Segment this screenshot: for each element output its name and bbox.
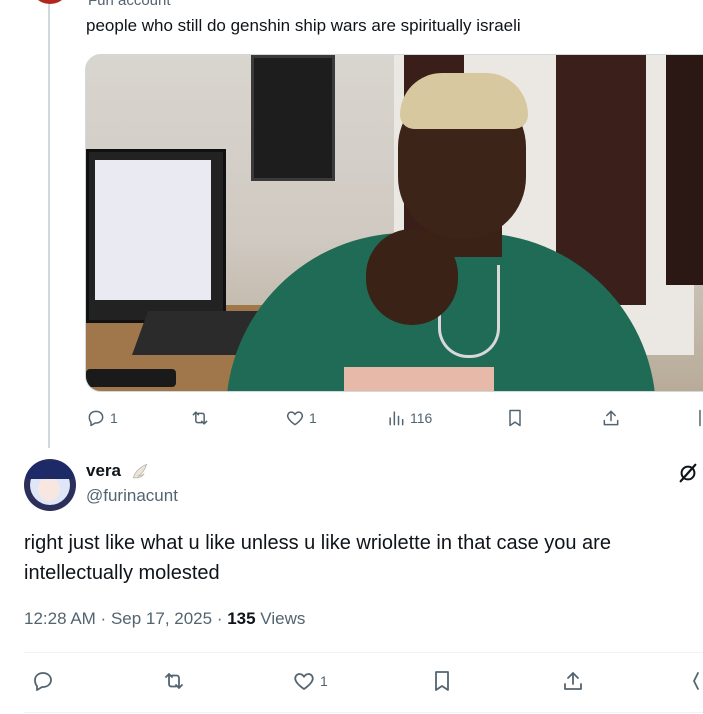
media-poster [251,55,335,181]
views-icon [389,411,404,426]
reply-count: 1 [110,410,118,426]
bookmark-icon [435,671,449,691]
media-curtain [666,55,703,285]
grok-icon[interactable] [677,462,699,484]
views-number: 135 [227,609,256,628]
media-person-hair [400,73,528,129]
tweet-date[interactable]: Sep 17, 2025 [111,609,212,628]
more-action-button[interactable] [690,669,703,693]
avatar[interactable] [24,459,76,511]
reply-button[interactable] [31,669,55,693]
repost-button[interactable] [162,669,186,693]
partial-action-icon [693,672,699,690]
like-icon [294,673,314,690]
views-count: 116 [410,410,433,426]
repost-button[interactable] [190,408,214,428]
partial-action-icon [699,409,701,427]
meta-separator: · [95,609,111,628]
bookmark-icon [509,409,521,427]
share-icon [603,410,619,426]
like-count: 1 [320,673,328,689]
divider [24,712,703,713]
share-icon [564,672,582,690]
avatar-hat [26,461,74,479]
tweet-time[interactable]: 12:28 AM [24,609,96,628]
media-badge [344,367,494,391]
media-monitor [86,149,226,323]
reply-icon [34,672,52,691]
thread-connector-line [48,0,50,448]
avatar-face [38,477,60,501]
media-phone [86,369,176,387]
previous-account-label: Furi account [88,0,171,9]
repost-icon [192,411,208,425]
views-button[interactable]: 116 [386,408,432,428]
like-button[interactable]: 1 [285,408,317,428]
more-action-button[interactable] [695,408,703,428]
like-button[interactable]: 1 [292,669,328,693]
tweet-media-image[interactable] [85,54,703,392]
angel-wing-emoji [132,463,148,479]
meta-separator: · [212,609,228,628]
share-button[interactable] [561,669,585,693]
views-label: Views [255,609,306,628]
like-icon [286,411,304,426]
media-screen [95,160,211,300]
user-handle[interactable]: @furinacunt [86,486,178,506]
repost-icon [165,673,183,689]
tweet-text: people who still do genshin ship wars ar… [86,16,521,35]
divider [24,652,703,653]
share-button[interactable] [601,408,621,428]
media-person-hand [366,229,458,325]
reply-icon [88,410,104,427]
reply-text: right just like what u like unless u lik… [24,532,611,584]
like-count: 1 [309,410,317,426]
previous-avatar[interactable] [30,0,70,4]
reply-button[interactable]: 1 [86,408,118,428]
bookmark-button[interactable] [430,669,454,693]
bookmark-button[interactable] [505,408,525,428]
tweet-meta: 12:28 AM · Sep 17, 2025 · 135 Views [24,609,305,629]
display-name[interactable]: vera [86,461,121,481]
